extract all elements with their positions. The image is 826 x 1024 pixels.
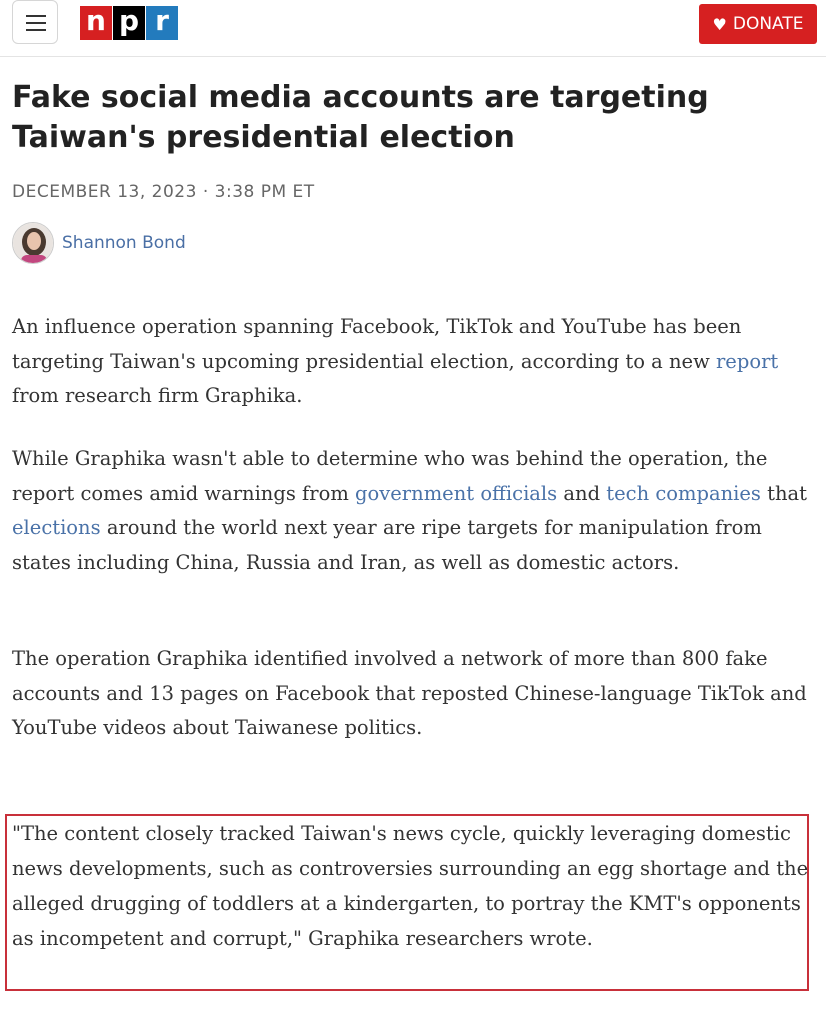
- paragraph-1: An influence operation spanning Facebook…: [12, 310, 812, 414]
- hamburger-menu-icon-line: [26, 29, 46, 31]
- hamburger-menu-icon-line: [26, 22, 46, 24]
- donate-button[interactable]: ♥ DONATE: [699, 4, 817, 44]
- article-dateline: DECEMBER 13, 2023 · 3:38 PM ET: [12, 182, 315, 202]
- report-link[interactable]: report: [716, 350, 778, 373]
- paragraph-text: An influence operation spanning Facebook…: [12, 315, 742, 373]
- donate-label: DONATE: [732, 14, 804, 34]
- logo-letter-n: n: [80, 6, 112, 40]
- logo-letter-p: p: [113, 6, 145, 40]
- logo-letter-r: r: [146, 6, 178, 40]
- author-link[interactable]: Shannon Bond: [62, 233, 186, 253]
- government-officials-link[interactable]: government officials: [355, 482, 557, 505]
- paragraph-text: that: [760, 481, 807, 505]
- top-navigation-bar: n p r ♥ DONATE: [0, 0, 826, 57]
- byline: Shannon Bond: [12, 222, 186, 264]
- paragraph-3: The operation Graphika identified involv…: [12, 647, 807, 739]
- article-title: Fake social media accounts are targeting…: [12, 80, 709, 155]
- author-avatar[interactable]: [12, 222, 54, 264]
- elections-link[interactable]: elections: [12, 516, 101, 539]
- quote-paragraph: "The content closely tracked Taiwan's ne…: [12, 822, 809, 950]
- paragraph-text: from research firm Graphika.: [12, 384, 303, 407]
- paragraph-2: While Graphika wasn't able to determine …: [12, 442, 812, 580]
- tech-companies-link[interactable]: tech companies: [606, 482, 761, 505]
- paragraph-text: around the world next year are ripe targ…: [12, 516, 762, 574]
- heart-icon: ♥: [712, 14, 727, 34]
- hamburger-menu-button[interactable]: [12, 0, 58, 44]
- hamburger-menu-icon: [26, 15, 46, 17]
- npr-logo[interactable]: n p r: [80, 6, 179, 40]
- paragraph-text: and: [557, 481, 607, 505]
